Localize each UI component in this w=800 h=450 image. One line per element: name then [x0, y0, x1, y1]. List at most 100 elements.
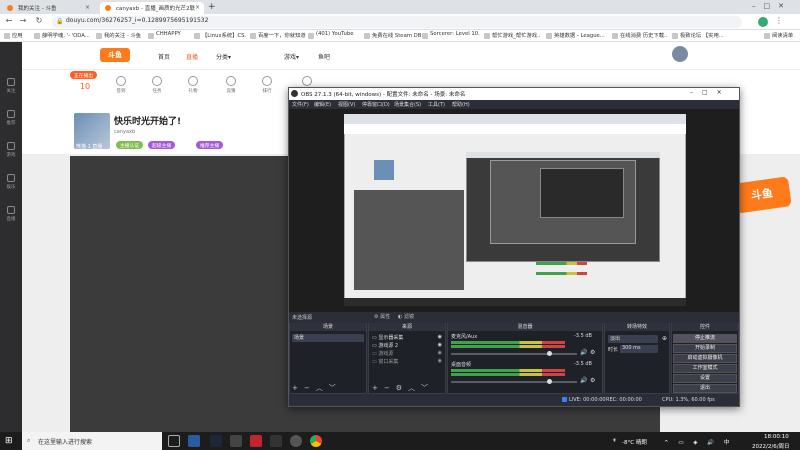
bookmark-item[interactable]: 薛明学魂, '- 'ODA... [34, 31, 90, 41]
sidebar-item-recommend[interactable]: 推荐 [0, 110, 22, 126]
menu-scene-collection[interactable]: 场景集合(S) [394, 101, 421, 108]
forward-icon[interactable]: → [18, 16, 28, 26]
menu-docks[interactable]: 停靠窗口(D) [362, 101, 390, 108]
menu-edit[interactable]: 编辑(E) [314, 101, 331, 108]
app-icon[interactable] [250, 435, 262, 447]
bookmark-item[interactable]: 【Linux系统】CS... [194, 31, 246, 41]
exit-button[interactable]: 退出 [673, 384, 737, 393]
sidebar-item-game[interactable]: 游戏 [0, 142, 22, 158]
nav-yuba[interactable]: 鱼吧 [318, 52, 330, 61]
sidebar-item-entertainment[interactable]: 娱乐 [0, 174, 22, 190]
tool-item[interactable]: 签到 [110, 76, 132, 94]
volume-slider[interactable] [451, 353, 577, 355]
steam-icon[interactable] [210, 435, 222, 447]
app-icon[interactable] [230, 435, 242, 447]
menu-help[interactable]: 帮助(H) [452, 101, 470, 108]
profile-avatar[interactable] [758, 17, 768, 27]
stop-streaming-button[interactable]: 停止推流 [673, 334, 737, 343]
studio-mode-button[interactable]: 工作室模式 [673, 364, 737, 373]
tool-item[interactable]: 任务 [146, 76, 168, 94]
volume-slider[interactable] [451, 381, 577, 383]
bookmark-item[interactable]: (401) YouTube [308, 31, 353, 41]
bookmark-item[interactable]: CHHAPPY [148, 31, 181, 41]
file-explorer-icon[interactable] [188, 435, 200, 447]
clock-date[interactable]: 2022/2/6/周日 [752, 442, 790, 450]
menu-tools[interactable]: 工具(T) [428, 101, 445, 108]
source-item[interactable]: ▭ 显示器采集 ◉ [372, 334, 444, 341]
task-view-icon[interactable] [168, 435, 180, 447]
obs-taskbar-icon[interactable] [290, 435, 302, 447]
bookmark-item[interactable]: 极致论坛 【实用... [672, 31, 734, 41]
nav-home[interactable]: 首页 [158, 52, 170, 61]
menu-icon[interactable]: ⋮ [774, 16, 784, 26]
tab-title: 我的关注 - 斗鱼 [18, 6, 57, 12]
nav-live[interactable]: 直播 [186, 52, 198, 61]
chrome-icon[interactable] [310, 435, 322, 447]
gear-icon[interactable]: ⚙ [590, 349, 595, 356]
start-recording-button[interactable]: 开始录制 [673, 344, 737, 353]
source-item[interactable]: ▭ 游戏源 2 ◉ [372, 342, 444, 349]
settings-button[interactable]: 设置 [673, 374, 737, 383]
tool-item[interactable]: 排行 [256, 76, 278, 94]
speaker-icon[interactable]: 🔊 [580, 349, 587, 356]
close-icon[interactable]: × [195, 4, 200, 11]
bookmark-item[interactable]: 百度一下，你就知道 [250, 31, 306, 41]
live-timer: LIVE: 00:00:00 [569, 397, 606, 403]
transition-select[interactable]: 淡出 [608, 335, 658, 343]
bookmark-item[interactable]: 在线消费 历史下载... [612, 31, 668, 41]
nav-game[interactable]: 游戏▾ [284, 52, 299, 61]
gear-icon[interactable]: ⚙ [590, 377, 595, 384]
tray-icons[interactable]: ^ ▭ ◈ 🔊 中 [664, 438, 733, 446]
user-avatar[interactable] [672, 46, 688, 62]
sidebar-item-live[interactable]: 直播 [0, 206, 22, 222]
obs-window-controls[interactable]: –□✕ [690, 89, 731, 96]
properties-button[interactable]: ⚙ 属性 [374, 313, 390, 320]
eye-icon[interactable]: ◉ [438, 350, 442, 356]
meter-bar [536, 262, 588, 265]
close-icon[interactable]: × [85, 4, 90, 11]
reading-list[interactable]: 阅读清单 [764, 31, 793, 41]
windows-start-icon[interactable]: ⊞ [5, 436, 15, 446]
meter-bar [536, 272, 588, 275]
window-controls[interactable]: –□✕ [752, 2, 792, 10]
filters-button[interactable]: ◐ 滤镜 [398, 313, 414, 320]
bookmark-item[interactable]: 帮忙游戏_帮忙游戏... [484, 31, 540, 41]
streamer-name[interactable]: canyaxb [114, 129, 135, 135]
menu-file[interactable]: 文件(F) [292, 101, 309, 108]
add-icon[interactable]: ⊕ [662, 335, 667, 342]
duration-input[interactable]: 300 ms [620, 345, 658, 353]
virtual-camera-button[interactable]: 启动虚拟摄像机 [673, 354, 737, 363]
bookmark-item[interactable]: 我的关注 - 斗鱼 [96, 31, 141, 41]
app-icon[interactable] [270, 435, 282, 447]
clock-time[interactable]: 18:00:10 [764, 434, 789, 440]
back-icon[interactable]: ← [4, 16, 14, 26]
tab-title: canyaxb - 直播_画质的光芒2联 [116, 6, 195, 12]
weather[interactable]: -8°C 晴朗 [622, 438, 647, 446]
tool-checkin-count[interactable]: 10 [74, 82, 96, 91]
scene-controls[interactable]: +−︿﹀ [292, 383, 342, 393]
eye-icon[interactable]: ◉ [438, 334, 442, 340]
source-controls[interactable]: +−⚙︿﹀ [372, 383, 434, 393]
scene-item[interactable]: 场景 [292, 334, 364, 342]
menu-view[interactable]: 视图(V) [338, 101, 355, 108]
bookmark-item[interactable]: 免费在线 Steam DB [364, 31, 421, 41]
bookmark-item[interactable]: 英雄数据 - League... [546, 31, 606, 41]
source-item[interactable]: ▭ 窗口采集 ◉ [372, 358, 444, 365]
source-item[interactable]: ▭ 游戏源 ◉ [372, 350, 444, 357]
tab-current-stream[interactable]: canyaxb - 直播_画质的光芒2联 × [100, 2, 204, 14]
url-bar[interactable]: 🔒 douyu.com/36276257_i=0.128997569519153… [52, 16, 742, 28]
eye-icon[interactable]: ◉ [438, 358, 442, 364]
bookmark-item[interactable]: Sorcerer: Level 10... [422, 31, 480, 41]
taskbar-search[interactable]: ⌕ 在这里输入进行搜索 [22, 432, 162, 450]
douyu-logo[interactable]: 斗鱼 [100, 48, 130, 62]
tool-item[interactable]: 礼物 [182, 76, 204, 94]
nav-category[interactable]: 分类▾ [216, 52, 231, 61]
speaker-icon[interactable]: 🔊 [580, 377, 587, 384]
reload-icon[interactable]: ↻ [34, 16, 44, 26]
sidebar-item-follow[interactable]: 关注 [0, 78, 22, 94]
tool-item[interactable]: 竞猜 [220, 76, 242, 94]
new-tab-button[interactable]: + [208, 2, 216, 12]
bookmark-item[interactable]: 应用 [4, 31, 23, 41]
eye-icon[interactable]: ◉ [438, 342, 442, 348]
tab-my-follow[interactable]: 我的关注 - 斗鱼 × [2, 2, 94, 14]
